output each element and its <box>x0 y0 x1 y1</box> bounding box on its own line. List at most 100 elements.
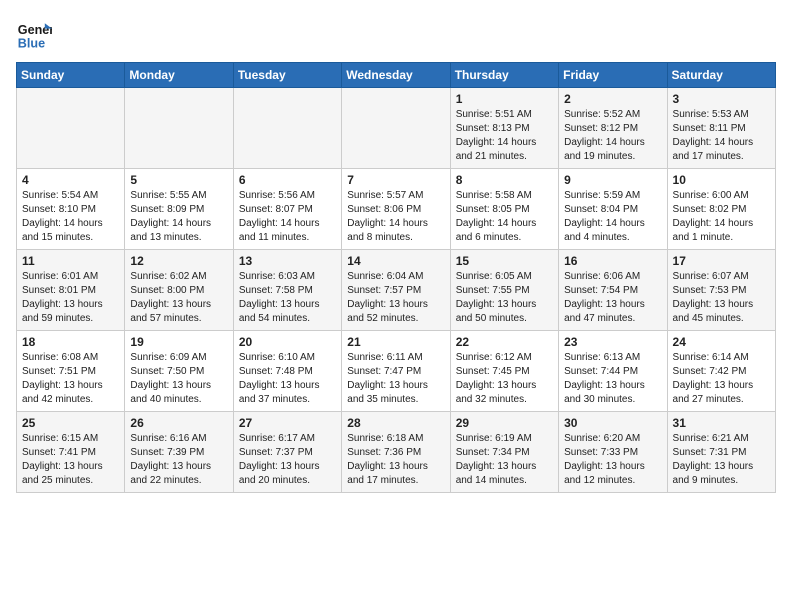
calendar-body: 1 Sunrise: 5:51 AM Sunset: 8:13 PM Daylig… <box>17 88 776 493</box>
day-number: 7 <box>347 173 444 187</box>
day-info: Sunrise: 6:20 AM Sunset: 7:33 PM Dayligh… <box>564 432 661 488</box>
calendar-cell: 22 Sunrise: 6:12 AM Sunset: 7:45 PM Dayli… <box>450 331 558 412</box>
day-number: 11 <box>22 254 119 268</box>
calendar-cell: 30 Sunrise: 6:20 AM Sunset: 7:33 PM Dayli… <box>559 412 667 493</box>
day-number: 9 <box>564 173 661 187</box>
calendar-cell: 24Sunrise: 6:14 AM Sunset: 7:42 PM Dayli… <box>667 331 775 412</box>
calendar-cell <box>125 88 233 169</box>
calendar-week-row: 25 Sunrise: 6:15 AM Sunset: 7:41 PM Dayli… <box>17 412 776 493</box>
day-info: Sunrise: 6:11 AM Sunset: 7:47 PM Dayligh… <box>347 351 444 407</box>
day-number: 19 <box>130 335 227 349</box>
calendar-cell: 12 Sunrise: 6:02 AM Sunset: 8:00 PM Dayli… <box>125 250 233 331</box>
day-number: 10 <box>673 173 770 187</box>
day-info: Sunrise: 6:21 AM Sunset: 7:31 PM Dayligh… <box>673 432 770 488</box>
calendar-cell: 21 Sunrise: 6:11 AM Sunset: 7:47 PM Dayli… <box>342 331 450 412</box>
calendar-cell: 25 Sunrise: 6:15 AM Sunset: 7:41 PM Dayli… <box>17 412 125 493</box>
day-info: Sunrise: 5:59 AM Sunset: 8:04 PM Dayligh… <box>564 189 661 245</box>
calendar-cell: 27Sunrise: 6:17 AM Sunset: 7:37 PM Dayli… <box>233 412 341 493</box>
day-number: 25 <box>22 416 119 430</box>
day-info: Sunrise: 5:52 AM Sunset: 8:12 PM Dayligh… <box>564 108 661 164</box>
calendar-header-row: SundayMondayTuesdayWednesdayThursdayFrid… <box>17 63 776 88</box>
day-info: Sunrise: 6:04 AM Sunset: 7:57 PM Dayligh… <box>347 270 444 326</box>
day-info: Sunrise: 6:19 AM Sunset: 7:34 PM Dayligh… <box>456 432 553 488</box>
calendar-cell: 15 Sunrise: 6:05 AM Sunset: 7:55 PM Dayli… <box>450 250 558 331</box>
day-info: Sunrise: 5:55 AM Sunset: 8:09 PM Dayligh… <box>130 189 227 245</box>
day-number: 12 <box>130 254 227 268</box>
day-info: Sunrise: 6:15 AM Sunset: 7:41 PM Dayligh… <box>22 432 119 488</box>
day-info: Sunrise: 6:00 AM Sunset: 8:02 PM Dayligh… <box>673 189 770 245</box>
day-info: Sunrise: 6:05 AM Sunset: 7:55 PM Dayligh… <box>456 270 553 326</box>
day-number: 14 <box>347 254 444 268</box>
day-info: Sunrise: 5:57 AM Sunset: 8:06 PM Dayligh… <box>347 189 444 245</box>
day-info: Sunrise: 6:06 AM Sunset: 7:54 PM Dayligh… <box>564 270 661 326</box>
calendar-cell: 13 Sunrise: 6:03 AM Sunset: 7:58 PM Dayli… <box>233 250 341 331</box>
calendar-cell <box>342 88 450 169</box>
calendar-cell: 31 Sunrise: 6:21 AM Sunset: 7:31 PM Dayli… <box>667 412 775 493</box>
day-number: 21 <box>347 335 444 349</box>
calendar-week-row: 11 Sunrise: 6:01 AM Sunset: 8:01 PM Dayli… <box>17 250 776 331</box>
day-number: 18 <box>22 335 119 349</box>
day-number: 29 <box>456 416 553 430</box>
calendar-cell: 7 Sunrise: 5:57 AM Sunset: 8:06 PM Daylig… <box>342 169 450 250</box>
day-info: Sunrise: 5:58 AM Sunset: 8:05 PM Dayligh… <box>456 189 553 245</box>
day-number: 16 <box>564 254 661 268</box>
day-number: 4 <box>22 173 119 187</box>
calendar-cell: 16 Sunrise: 6:06 AM Sunset: 7:54 PM Dayli… <box>559 250 667 331</box>
day-number: 22 <box>456 335 553 349</box>
logo-icon: General Blue <box>16 16 52 52</box>
calendar-week-row: 18 Sunrise: 6:08 AM Sunset: 7:51 PM Dayli… <box>17 331 776 412</box>
day-info: Sunrise: 6:18 AM Sunset: 7:36 PM Dayligh… <box>347 432 444 488</box>
calendar-cell: 29 Sunrise: 6:19 AM Sunset: 7:34 PM Dayli… <box>450 412 558 493</box>
day-number: 13 <box>239 254 336 268</box>
calendar-cell: 10 Sunrise: 6:00 AM Sunset: 8:02 PM Dayli… <box>667 169 775 250</box>
calendar-cell: 4Sunrise: 5:54 AM Sunset: 8:10 PM Daylig… <box>17 169 125 250</box>
calendar-cell: 20 Sunrise: 6:10 AM Sunset: 7:48 PM Dayli… <box>233 331 341 412</box>
page-header: General Blue <box>16 16 776 52</box>
day-info: Sunrise: 5:51 AM Sunset: 8:13 PM Dayligh… <box>456 108 553 164</box>
day-info: Sunrise: 6:13 AM Sunset: 7:44 PM Dayligh… <box>564 351 661 407</box>
calendar-cell: 9 Sunrise: 5:59 AM Sunset: 8:04 PM Daylig… <box>559 169 667 250</box>
calendar-cell: 26Sunrise: 6:16 AM Sunset: 7:39 PM Dayli… <box>125 412 233 493</box>
day-number: 26 <box>130 416 227 430</box>
calendar-cell: 1 Sunrise: 5:51 AM Sunset: 8:13 PM Daylig… <box>450 88 558 169</box>
logo: General Blue <box>16 16 56 52</box>
calendar-cell: 14 Sunrise: 6:04 AM Sunset: 7:57 PM Dayli… <box>342 250 450 331</box>
day-number: 15 <box>456 254 553 268</box>
weekday-header-friday: Friday <box>559 63 667 88</box>
day-number: 8 <box>456 173 553 187</box>
calendar-cell: 3 Sunrise: 5:53 AM Sunset: 8:11 PM Daylig… <box>667 88 775 169</box>
day-info: Sunrise: 6:10 AM Sunset: 7:48 PM Dayligh… <box>239 351 336 407</box>
calendar-cell <box>233 88 341 169</box>
weekday-header-tuesday: Tuesday <box>233 63 341 88</box>
weekday-header-monday: Monday <box>125 63 233 88</box>
day-info: Sunrise: 6:02 AM Sunset: 8:00 PM Dayligh… <box>130 270 227 326</box>
weekday-header-wednesday: Wednesday <box>342 63 450 88</box>
day-info: Sunrise: 6:12 AM Sunset: 7:45 PM Dayligh… <box>456 351 553 407</box>
day-info: Sunrise: 6:08 AM Sunset: 7:51 PM Dayligh… <box>22 351 119 407</box>
calendar-table: SundayMondayTuesdayWednesdayThursdayFrid… <box>16 62 776 493</box>
calendar-cell: 6Sunrise: 5:56 AM Sunset: 8:07 PM Daylig… <box>233 169 341 250</box>
calendar-cell: 23Sunrise: 6:13 AM Sunset: 7:44 PM Dayli… <box>559 331 667 412</box>
day-number: 3 <box>673 92 770 106</box>
day-number: 20 <box>239 335 336 349</box>
calendar-cell: 19 Sunrise: 6:09 AM Sunset: 7:50 PM Dayli… <box>125 331 233 412</box>
day-info: Sunrise: 6:07 AM Sunset: 7:53 PM Dayligh… <box>673 270 770 326</box>
day-info: Sunrise: 6:01 AM Sunset: 8:01 PM Dayligh… <box>22 270 119 326</box>
calendar-cell: 2Sunrise: 5:52 AM Sunset: 8:12 PM Daylig… <box>559 88 667 169</box>
day-number: 28 <box>347 416 444 430</box>
day-number: 24 <box>673 335 770 349</box>
weekday-header-thursday: Thursday <box>450 63 558 88</box>
day-number: 1 <box>456 92 553 106</box>
svg-text:Blue: Blue <box>18 37 45 51</box>
day-info: Sunrise: 6:09 AM Sunset: 7:50 PM Dayligh… <box>130 351 227 407</box>
day-number: 31 <box>673 416 770 430</box>
calendar-cell <box>17 88 125 169</box>
day-info: Sunrise: 6:17 AM Sunset: 7:37 PM Dayligh… <box>239 432 336 488</box>
calendar-week-row: 4Sunrise: 5:54 AM Sunset: 8:10 PM Daylig… <box>17 169 776 250</box>
day-info: Sunrise: 5:53 AM Sunset: 8:11 PM Dayligh… <box>673 108 770 164</box>
calendar-cell: 17Sunrise: 6:07 AM Sunset: 7:53 PM Dayli… <box>667 250 775 331</box>
day-info: Sunrise: 6:03 AM Sunset: 7:58 PM Dayligh… <box>239 270 336 326</box>
weekday-header-saturday: Saturday <box>667 63 775 88</box>
day-number: 30 <box>564 416 661 430</box>
day-info: Sunrise: 5:56 AM Sunset: 8:07 PM Dayligh… <box>239 189 336 245</box>
